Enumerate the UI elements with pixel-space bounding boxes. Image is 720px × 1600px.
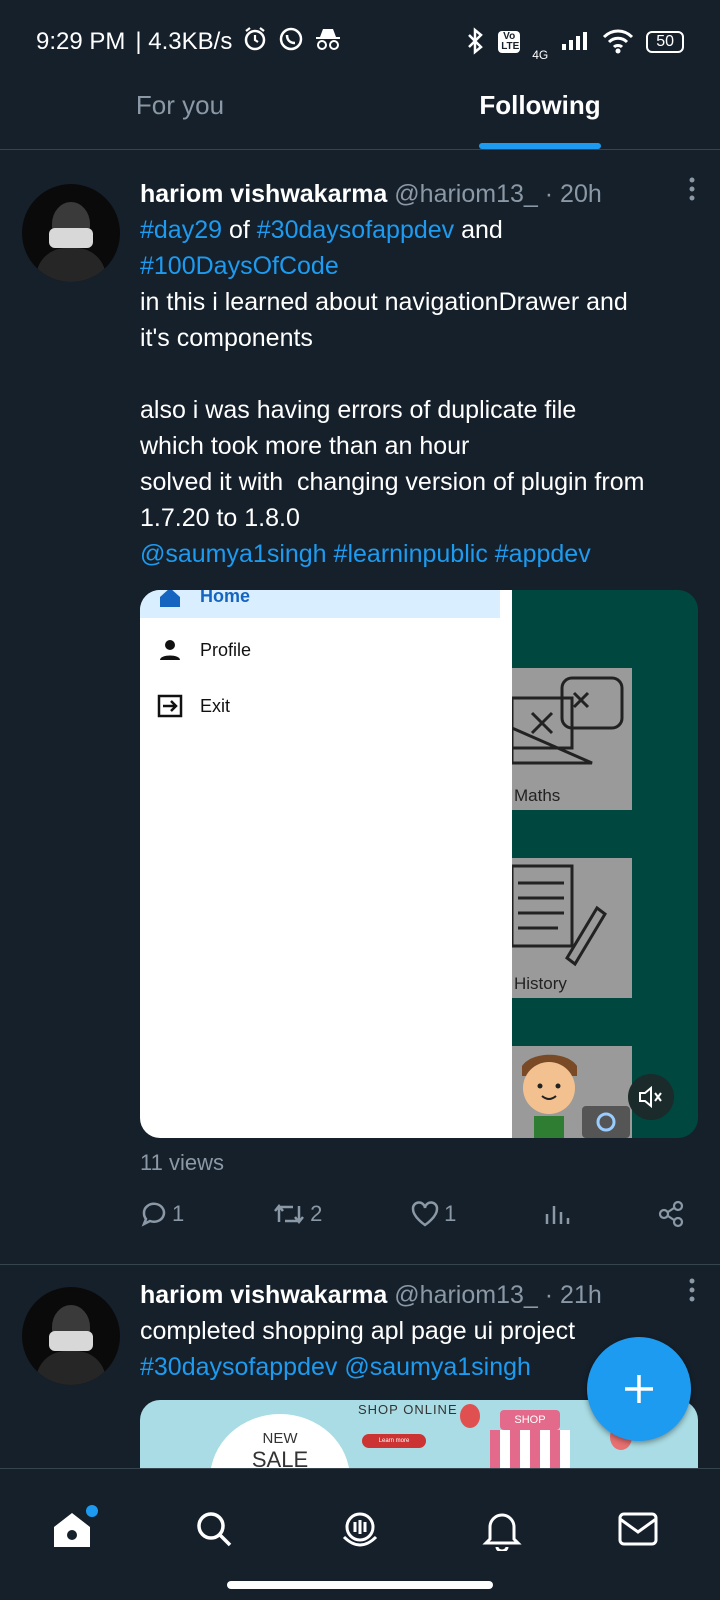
retweet-button[interactable]: 2 xyxy=(272,1200,322,1228)
search-icon xyxy=(197,1512,232,1547)
tab-for-you[interactable]: For you xyxy=(0,84,360,149)
mention-link[interactable]: @saumya1singh xyxy=(344,1353,531,1381)
spaces-icon xyxy=(342,1512,378,1547)
nav-home[interactable] xyxy=(44,1501,100,1557)
timeline-tabs: For you Following xyxy=(0,84,720,150)
signal-label: 4G xyxy=(532,48,549,62)
drawer-item-home: Home xyxy=(140,590,512,616)
reply-icon xyxy=(141,1202,166,1227)
exit-icon xyxy=(140,694,200,718)
incognito-icon xyxy=(314,27,342,58)
share-icon xyxy=(658,1200,684,1228)
gesture-home-bar[interactable] xyxy=(227,1581,493,1589)
maths-illustration-icon xyxy=(510,676,624,765)
share-button[interactable] xyxy=(658,1200,686,1228)
author-handle[interactable]: @hariom13_ xyxy=(394,180,538,208)
compose-tweet-button[interactable] xyxy=(587,1337,691,1441)
drawer-item-profile: Profile xyxy=(140,630,512,670)
new-posts-dot xyxy=(86,1505,98,1517)
mute-toggle-icon[interactable] xyxy=(628,1074,674,1120)
learn-more-button: Learn more xyxy=(362,1434,426,1448)
bluetooth-icon xyxy=(464,26,486,58)
teacher-card xyxy=(512,1046,632,1138)
mention-link[interactable]: @saumya1singh xyxy=(140,540,327,568)
volte-badge: Vo LTE xyxy=(498,31,521,53)
avatar[interactable] xyxy=(22,184,120,282)
teacher-illustration-icon xyxy=(522,1054,630,1138)
active-tab-indicator xyxy=(479,143,601,149)
alarm-icon xyxy=(242,26,268,59)
history-illustration-icon xyxy=(510,864,607,967)
tab-following[interactable]: Following xyxy=(360,84,720,149)
balloon-icon xyxy=(460,1404,480,1428)
view-count: 11 views xyxy=(140,1150,224,1175)
shop-banner-title: SHOP ONLINE xyxy=(358,1402,458,1417)
hashtag-link[interactable]: #learninpublic xyxy=(334,540,488,568)
nav-drawer-preview: Home Profile Exit xyxy=(140,590,512,1138)
tweet-time: · 21h xyxy=(544,1281,602,1309)
tweet-media-video[interactable]: Home Profile Exit Maths History xyxy=(140,590,698,1138)
hashtag-link[interactable]: #day29 xyxy=(140,216,222,244)
nav-search[interactable] xyxy=(186,1501,242,1557)
author-name[interactable]: hariom vishwakarma xyxy=(140,1281,387,1309)
history-card: History xyxy=(510,858,632,998)
tweet-header: hariom vishwakarma @hariom13_ · 21h xyxy=(140,1277,696,1313)
more-options-icon[interactable] xyxy=(688,1277,696,1310)
status-time: 9:29 PM xyxy=(36,28,126,55)
nav-notifications[interactable] xyxy=(474,1501,530,1557)
retweet-icon xyxy=(274,1203,305,1225)
tweet-text: #day29 of #30daysofappdev and #100DaysOf… xyxy=(140,216,645,568)
avatar[interactable] xyxy=(22,1287,120,1385)
hashtag-link[interactable]: #appdev xyxy=(495,540,591,568)
hashtag-link[interactable]: #30daysofappdev xyxy=(257,216,454,244)
messages-icon xyxy=(618,1512,658,1546)
tweet-time: · 20h xyxy=(544,180,602,208)
more-options-icon[interactable] xyxy=(688,176,696,209)
reply-button[interactable]: 1 xyxy=(140,1200,184,1228)
person-icon xyxy=(140,638,200,662)
author-handle[interactable]: @hariom13_ xyxy=(394,1281,538,1309)
status-bar: 9:29 PM | 4.3KB/s Vo LTE 4G 50 xyxy=(0,0,720,84)
nav-messages[interactable] xyxy=(610,1501,666,1557)
hashtag-link[interactable]: #100DaysOfCode xyxy=(140,252,339,280)
analytics-icon xyxy=(545,1206,570,1224)
battery-indicator: 50 xyxy=(646,31,684,53)
tweet-header: hariom vishwakarma @hariom13_ · 20h xyxy=(140,176,696,212)
nav-spaces[interactable] xyxy=(332,1501,388,1557)
plus-icon xyxy=(625,1375,653,1403)
shop-storefront xyxy=(490,1430,570,1468)
whatsapp-icon xyxy=(278,26,304,59)
analytics-button[interactable] xyxy=(544,1200,570,1228)
drawer-item-exit: Exit xyxy=(140,686,512,726)
reply-count: 1 xyxy=(172,1201,185,1226)
heart-icon xyxy=(411,1201,439,1227)
retweet-count: 2 xyxy=(310,1201,323,1226)
wifi-icon xyxy=(602,28,634,57)
status-speed: | 4.3KB/s xyxy=(135,28,233,55)
hashtag-link[interactable]: #30daysofappdev xyxy=(140,1353,337,1381)
notifications-icon xyxy=(482,1513,522,1551)
tweet-actions: 1 2 1 xyxy=(140,1200,686,1228)
maths-card: Maths xyxy=(510,668,632,810)
author-name[interactable]: hariom vishwakarma xyxy=(140,180,387,208)
home-icon xyxy=(140,590,200,607)
tweet[interactable]: hariom vishwakarma @hariom13_ · 20h #day… xyxy=(0,150,720,1250)
like-button[interactable]: 1 xyxy=(410,1200,456,1228)
signal-icon xyxy=(560,30,590,55)
like-count: 1 xyxy=(444,1201,457,1226)
sale-badge: NEW SALE xyxy=(210,1414,350,1468)
shop-sign: SHOP xyxy=(500,1410,560,1430)
